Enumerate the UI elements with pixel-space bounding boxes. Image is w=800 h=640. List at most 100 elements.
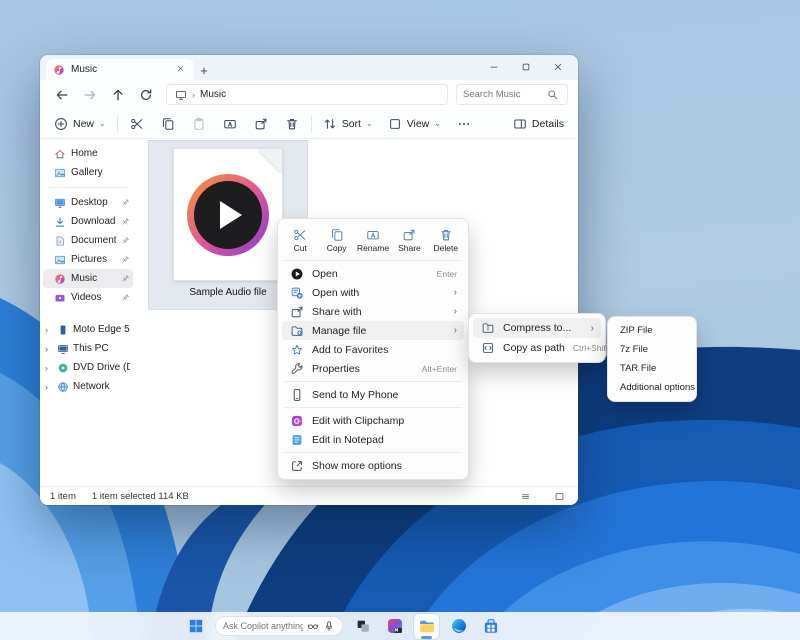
breadcrumb[interactable]: Music: [200, 89, 226, 100]
menu-item-share-with[interactable]: Share with: [282, 302, 464, 321]
address-bar[interactable]: Music: [166, 84, 448, 105]
back-button[interactable]: [50, 84, 74, 106]
maximize-button[interactable]: [510, 55, 542, 79]
rename-button[interactable]: Rename: [355, 223, 391, 257]
menu-item-edit-with-clipchamp[interactable]: Edit with Clipchamp: [282, 411, 464, 430]
sidebar-item-videos[interactable]: Videos: [43, 288, 133, 307]
file-explorer-button[interactable]: [414, 614, 439, 639]
audio-file-icon: [173, 148, 283, 281]
search-input[interactable]: [463, 89, 543, 100]
file-name-label: Sample Audio file: [189, 287, 266, 298]
details-pane-icon: [513, 117, 527, 131]
new-button[interactable]: New: [50, 112, 110, 136]
copy-button[interactable]: Copy: [318, 223, 354, 257]
sidebar-item-dvd-drive[interactable]: DVD Drive (D:) CCC: [43, 358, 133, 377]
tab-music[interactable]: Music: [46, 59, 194, 80]
menu-item-open-with[interactable]: Open with: [282, 283, 464, 302]
desktop-icon: [54, 197, 66, 209]
chevron-right-icon[interactable]: [45, 363, 53, 373]
delete-button[interactable]: [280, 112, 304, 136]
tab-close-icon[interactable]: [173, 64, 187, 76]
share-button[interactable]: Share: [391, 223, 427, 257]
start-button[interactable]: [183, 614, 208, 639]
store-button[interactable]: [478, 614, 503, 639]
pin-icon: [121, 198, 130, 207]
menu-item-send-to-my-phone[interactable]: Send to My Phone: [282, 385, 464, 404]
details-pane-button[interactable]: Details: [509, 112, 568, 136]
delete-button[interactable]: Delete: [428, 223, 464, 257]
copy-button[interactable]: [156, 112, 180, 136]
menu-item-show-more-options[interactable]: Show more options: [282, 456, 464, 475]
taskbar: [0, 612, 800, 640]
sort-button[interactable]: Sort: [319, 112, 377, 136]
sidebar-item-network[interactable]: Network: [43, 377, 133, 396]
minimize-button[interactable]: [478, 55, 510, 79]
notepad-icon: [289, 432, 304, 447]
menu-item-compress-to[interactable]: Compress to...: [473, 318, 601, 338]
refresh-button[interactable]: [134, 84, 158, 106]
edge-button[interactable]: [446, 614, 471, 639]
sidebar-item-this-pc[interactable]: This PC: [43, 339, 133, 358]
share-icon: [289, 304, 304, 319]
sidebar-item-downloads[interactable]: Downloads: [43, 212, 133, 231]
menu-item-properties[interactable]: Properties Alt+Enter: [282, 359, 464, 378]
chevron-down-icon: [366, 119, 373, 128]
navigation-bar: Music: [40, 80, 578, 109]
home-icon: [54, 148, 66, 160]
menu-item-add-to-favorites[interactable]: Add to Favorites: [282, 340, 464, 359]
downloads-icon: [54, 216, 66, 228]
list-view-toggle[interactable]: [516, 488, 534, 504]
more-options-button[interactable]: [452, 112, 476, 136]
file-explorer-icon: [418, 617, 436, 635]
delete-icon: [439, 228, 453, 242]
sidebar-item-pictures[interactable]: Pictures: [43, 250, 133, 269]
chevron-right-icon[interactable]: [45, 325, 53, 335]
chevron-right-icon: [454, 287, 457, 298]
open-with-icon: [289, 285, 304, 300]
task-view-button[interactable]: [350, 614, 375, 639]
this-pc-icon: [175, 89, 187, 101]
sidebar-item-desktop[interactable]: Desktop: [43, 193, 133, 212]
menu-item-copy-as-path[interactable]: Copy as path Ctrl+Shift+C: [473, 338, 601, 358]
sidebar-item-home[interactable]: Home: [43, 144, 133, 163]
forward-button[interactable]: [78, 84, 102, 106]
tab-strip: Music: [40, 55, 578, 80]
new-plus-icon: [54, 117, 68, 131]
music-note-icon: [53, 64, 65, 76]
zip-folder-icon: [480, 321, 495, 336]
context-menu: Cut Copy Rename Share Delete Open Enter …: [277, 218, 469, 480]
pin-icon: [121, 255, 130, 264]
chevron-right-icon[interactable]: [45, 344, 53, 354]
phone-icon: [289, 387, 304, 402]
menu-item-tar-file[interactable]: TAR File: [612, 359, 692, 378]
rename-button[interactable]: [218, 112, 242, 136]
m365-copilot-button[interactable]: [382, 614, 407, 639]
chevron-right-icon[interactable]: [45, 382, 53, 392]
sidebar-item-gallery[interactable]: Gallery: [43, 163, 133, 182]
view-icon: [388, 117, 402, 131]
paste-button[interactable]: [187, 112, 211, 136]
share-button[interactable]: [249, 112, 273, 136]
menu-item-7z-file[interactable]: 7z File: [612, 340, 692, 359]
thumbnail-view-toggle[interactable]: [550, 488, 568, 504]
menu-item-additional-options[interactable]: Additional options: [612, 378, 692, 397]
sidebar-item-moto-edge[interactable]: Moto Edge 50 Neo: [43, 320, 133, 339]
menu-item-open[interactable]: Open Enter: [282, 264, 464, 283]
chevron-right-icon: [454, 325, 457, 336]
view-button[interactable]: View: [384, 112, 445, 136]
cut-button[interactable]: Cut: [282, 223, 318, 257]
up-button[interactable]: [106, 84, 130, 106]
sidebar-item-documents[interactable]: Documents: [43, 231, 133, 250]
taskbar-search-input[interactable]: [223, 621, 303, 631]
cut-button[interactable]: [125, 112, 149, 136]
menu-item-zip-file[interactable]: ZIP File: [612, 321, 692, 340]
sidebar-item-music[interactable]: Music: [43, 269, 133, 288]
menu-separator: [284, 407, 462, 408]
page-fold: [258, 149, 282, 173]
search-box[interactable]: [456, 84, 568, 105]
taskbar-search[interactable]: [215, 616, 343, 636]
close-button[interactable]: [542, 55, 574, 79]
new-tab-button[interactable]: [194, 60, 214, 80]
menu-item-edit-in-notepad[interactable]: Edit in Notepad: [282, 430, 464, 449]
menu-item-manage-file[interactable]: Manage file: [282, 321, 464, 340]
